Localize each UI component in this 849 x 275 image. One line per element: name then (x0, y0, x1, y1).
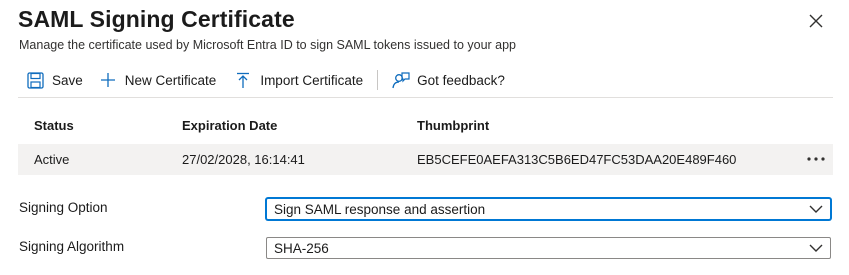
save-button-label: Save (52, 72, 83, 88)
feedback-button[interactable]: Got feedback? (390, 70, 505, 90)
panel-title: SAML Signing Certificate (18, 6, 295, 32)
new-certificate-label: New Certificate (124, 72, 217, 88)
command-bar: Save New Certificate Import Certificate … (18, 67, 505, 93)
chevron-down-icon (809, 205, 823, 213)
toolbar-separator (377, 70, 379, 90)
signing-algorithm-value: SHA-256 (274, 240, 329, 256)
chevron-down-icon (809, 244, 823, 252)
close-button[interactable] (806, 11, 826, 31)
signing-algorithm-label: Signing Algorithm (19, 239, 125, 254)
column-header-thumbprint: Thumbprint (417, 118, 490, 133)
new-certificate-button[interactable]: New Certificate (98, 70, 217, 90)
certificate-grid-header: Status Expiration Date Thumbprint (18, 112, 833, 140)
column-header-expiration: Expiration Date (182, 118, 278, 133)
thumbprint-cell: EB5CEFE0AEFA313C5B6ED47FC53DAA20E489F460 (417, 152, 737, 167)
feedback-label: Got feedback? (417, 72, 505, 88)
import-certificate-button[interactable]: Import Certificate (233, 70, 363, 90)
table-row[interactable]: Active 27/02/2028, 16:14:41 EB5CEFE0AEFA… (18, 144, 833, 175)
save-icon (25, 70, 45, 90)
panel-subtitle: Manage the certificate used by Microsoft… (19, 38, 517, 52)
status-cell: Active (34, 152, 70, 167)
close-icon (809, 14, 823, 28)
feedback-icon (390, 70, 410, 90)
row-more-button[interactable] (805, 149, 827, 169)
more-icon (807, 157, 825, 161)
add-icon (98, 70, 118, 90)
signing-option-value: Sign SAML response and assertion (274, 201, 486, 217)
expiration-cell: 27/02/2028, 16:14:41 (182, 152, 305, 167)
toolbar-divider (18, 97, 833, 98)
upload-icon (233, 70, 253, 90)
save-button[interactable]: Save (25, 70, 83, 90)
signing-option-label: Signing Option (19, 200, 108, 215)
import-certificate-label: Import Certificate (260, 72, 364, 88)
signing-option-dropdown[interactable]: Sign SAML response and assertion (266, 198, 831, 220)
column-header-status: Status (34, 118, 74, 133)
signing-algorithm-dropdown[interactable]: SHA-256 (266, 237, 831, 259)
